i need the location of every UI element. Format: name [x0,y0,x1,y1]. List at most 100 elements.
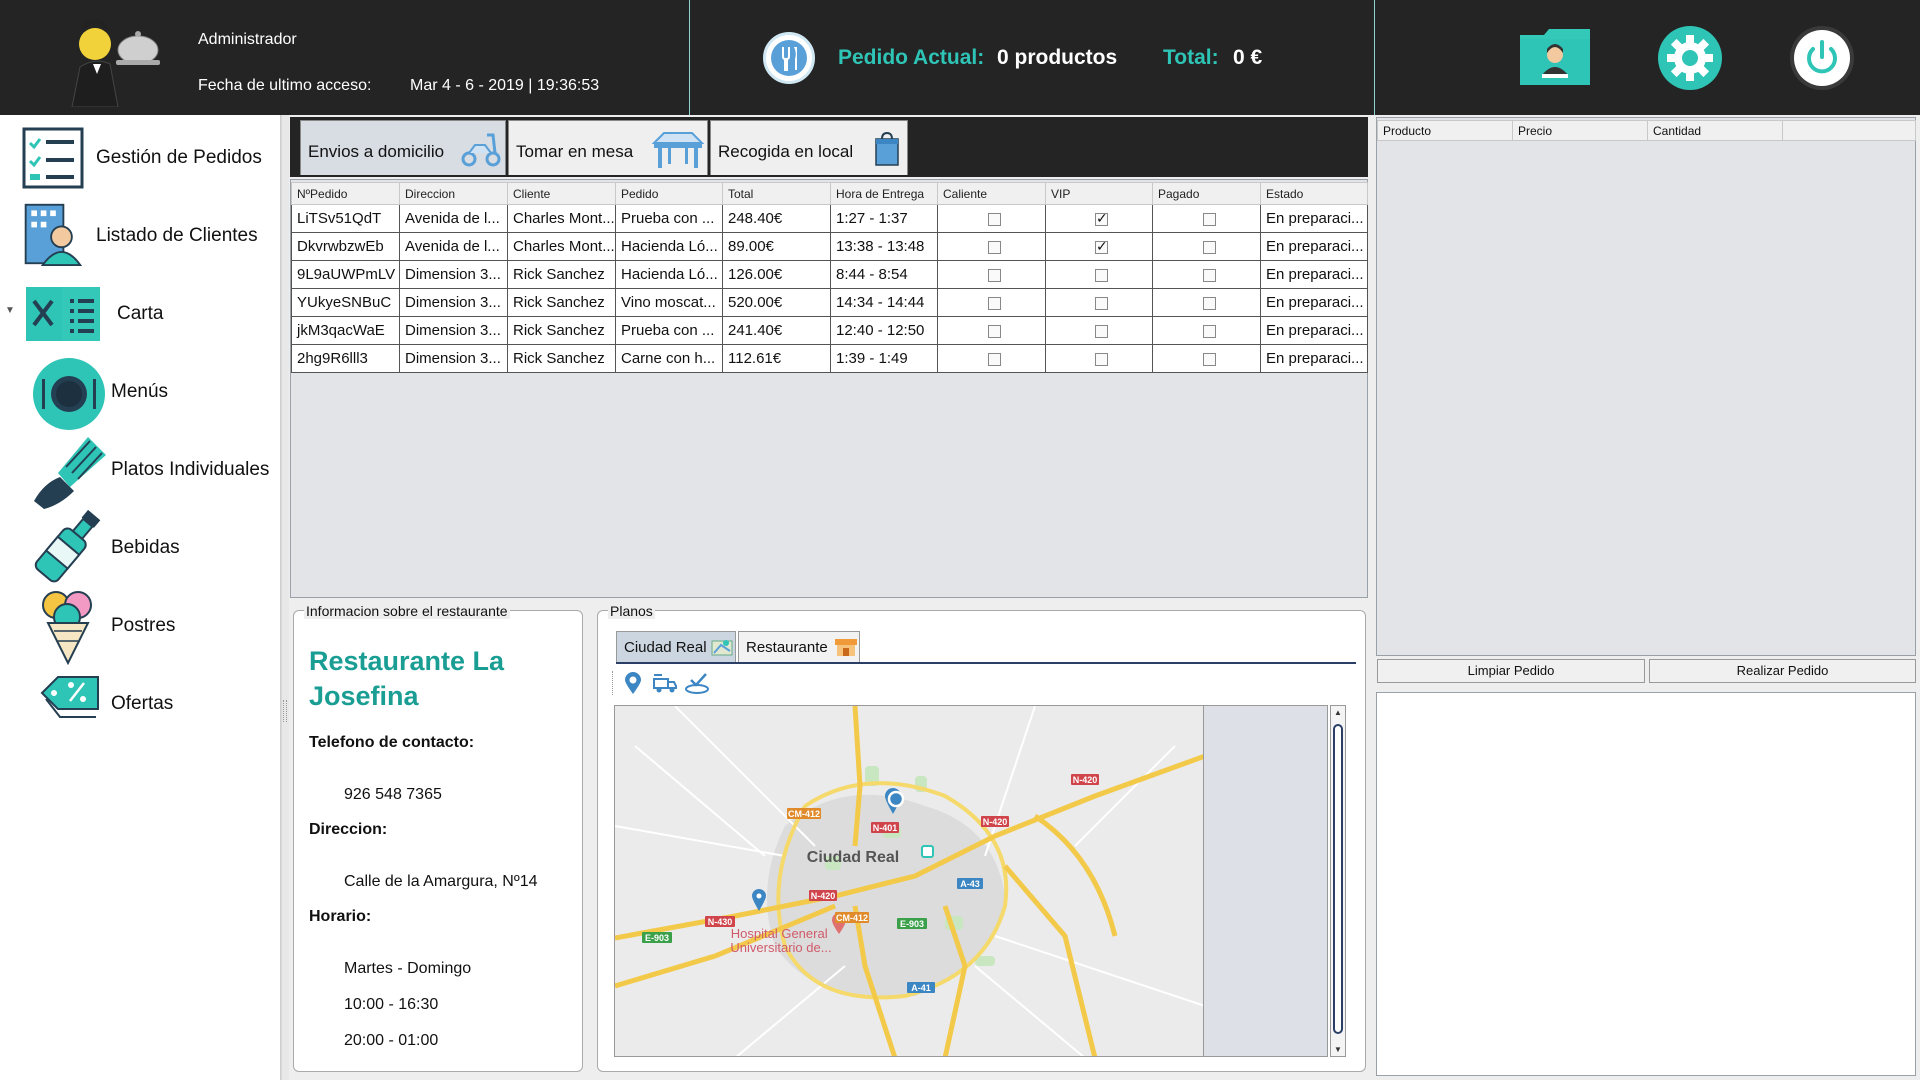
pagado-checkbox[interactable] [1202,268,1216,282]
tab-envios-domicilio[interactable]: Envios a domicilio [300,120,506,175]
place-order-button[interactable]: Realizar Pedido [1649,659,1916,683]
vip-checkbox[interactable] [1095,238,1108,255]
cell-id: LiTSv51QdT [291,204,400,233]
column-header[interactable] [1782,120,1916,141]
vip-checkbox[interactable] [1095,268,1108,282]
power-icon[interactable] [1787,25,1857,91]
column-header[interactable]: Pagado [1152,182,1261,205]
column-header[interactable]: Pedido [615,182,723,205]
table-row[interactable]: 2hg9R6lll3 Dimension 3... Rick Sanchez Carn… [291,344,1368,373]
tab-ciudad-real[interactable]: Ciudad Real [616,631,736,662]
order-details-area[interactable] [1376,692,1916,1076]
pagado-checkbox[interactable] [1202,352,1216,366]
caliente-checkbox[interactable] [987,268,1001,282]
cart-header-row: Producto Precio Cantidad [1377,120,1916,141]
column-header[interactable]: Estado [1260,182,1368,205]
cell-pedido: Hacienda Ló... [615,232,723,261]
hours-value-2: 20:00 - 01:00 [344,1032,439,1049]
cell-estado: En preparaci... [1260,344,1368,373]
tab-label: Restaurante [746,639,828,656]
caliente-checkbox[interactable] [987,212,1001,226]
sidebar-item-postres[interactable]: Postres [0,591,281,665]
city-map[interactable]: Ciudad Real Hospital General Universitar… [614,705,1204,1057]
cell-pedido: Prueba con ... [615,316,723,345]
scroll-down-icon[interactable]: ▼ [1334,1045,1342,1054]
scroll-thumb[interactable] [1333,724,1343,1034]
table-row[interactable]: YUkyeSNBuC Dimension 3... Rick Sanchez Vino… [291,288,1368,317]
column-header[interactable]: Hora de Entrega [830,182,938,205]
table-row[interactable]: LiTSv51QdT Avenida de l... Charles Mont...… [291,204,1368,233]
delivery-route-icon[interactable] [652,671,678,695]
sidebar-item-platos[interactable]: Platos Individuales [0,435,281,509]
user-folder-icon[interactable] [1520,25,1590,91]
vip-checkbox[interactable] [1095,210,1108,227]
cell-pagado [1152,260,1261,289]
orders-table-panel: NºPedido Direccion Cliente Pedido Total … [290,179,1368,632]
clients-icon [24,203,83,267]
sidebar-item-label: Ofertas [111,693,174,714]
tab-tomar-mesa[interactable]: Tomar en mesa [508,120,708,175]
sidebar-item-gestion-pedidos[interactable]: Gestión de Pedidos [0,123,281,193]
vip-checkbox[interactable] [1095,352,1108,366]
cell-total: 89.00€ [722,232,831,261]
orders-table: NºPedido Direccion Cliente Pedido Total … [291,182,1368,373]
cell-cliente: Rick Sanchez [507,288,616,317]
pagado-checkbox[interactable] [1202,212,1216,226]
column-header[interactable]: Cliente [507,182,616,205]
column-header[interactable]: VIP [1045,182,1153,205]
location-pin-icon[interactable] [622,671,644,695]
cell-caliente [937,204,1046,233]
caliente-checkbox[interactable] [987,324,1001,338]
sidebar-item-menus[interactable]: Menús [0,357,281,430]
sidebar-item-listado-clientes[interactable]: Listado de Clientes [0,201,281,271]
column-header[interactable]: Total [722,182,831,205]
cell-vip [1045,288,1153,317]
cell-id: YUkyeSNBuC [291,288,400,317]
svg-text:N-420: N-420 [1073,775,1098,785]
sidebar-item-ofertas[interactable]: Ofertas [0,669,281,739]
sidebar-item-bebidas[interactable]: Bebidas [0,509,281,583]
bottle-icon [34,509,101,583]
cell-direccion: Avenida de l... [399,204,508,233]
caliente-checkbox[interactable] [987,352,1001,366]
sidebar-item-label: Gestión de Pedidos [96,147,262,168]
road-shield: E-903 [897,918,927,929]
sidebar-splitter[interactable] [281,115,289,1080]
column-header[interactable]: Cantidad [1647,120,1783,141]
cell-pedido: Carne con h... [615,344,723,373]
column-header[interactable]: Precio [1512,120,1648,141]
vip-checkbox[interactable] [1095,296,1108,310]
sidebar-item-carta[interactable]: Carta [0,279,281,349]
column-header[interactable]: Caliente [937,182,1046,205]
caliente-checkbox[interactable] [987,296,1001,310]
cart-table: Producto Precio Cantidad [1377,120,1916,141]
clear-order-button[interactable]: Limpiar Pedido [1377,659,1645,683]
map-scrollbar[interactable]: ▲ ▼ [1330,705,1346,1057]
cell-pagado [1152,288,1261,317]
gear-icon[interactable] [1655,25,1725,91]
table-row[interactable]: 9L9aUWPmLV Dimension 3... Rick Sanchez Haci… [291,260,1368,289]
column-header[interactable]: NºPedido [291,182,400,205]
cell-caliente [937,316,1046,345]
tab-restaurante[interactable]: Restaurante [738,631,860,662]
table-row[interactable]: jkM3qacWaE Dimension 3... Rick Sanchez Prue… [291,316,1368,345]
check-location-icon[interactable] [684,671,710,695]
scroll-up-icon[interactable]: ▲ [1334,708,1342,717]
column-header[interactable]: Producto [1377,120,1513,141]
caliente-checkbox[interactable] [987,240,1001,254]
pagado-checkbox[interactable] [1202,296,1216,310]
road-shield: N-420 [1071,774,1099,785]
tab-recogida-local[interactable]: Recogida en local [710,120,908,175]
cell-pagado [1152,344,1261,373]
pagado-checkbox[interactable] [1202,240,1216,254]
cell-id: 2hg9R6lll3 [291,344,400,373]
address-label: Direccion: [309,821,388,838]
cell-hora: 12:40 - 12:50 [830,316,938,345]
pagado-checkbox[interactable] [1202,324,1216,338]
road-shield: N-401 [871,822,899,833]
cell-direccion: Avenida de l... [399,232,508,261]
table-row[interactable]: DkvrwbzwEb Avenida de l... Charles Mont...… [291,232,1368,261]
header-divider [1374,0,1375,115]
vip-checkbox[interactable] [1095,324,1108,338]
column-header[interactable]: Direccion [399,182,508,205]
